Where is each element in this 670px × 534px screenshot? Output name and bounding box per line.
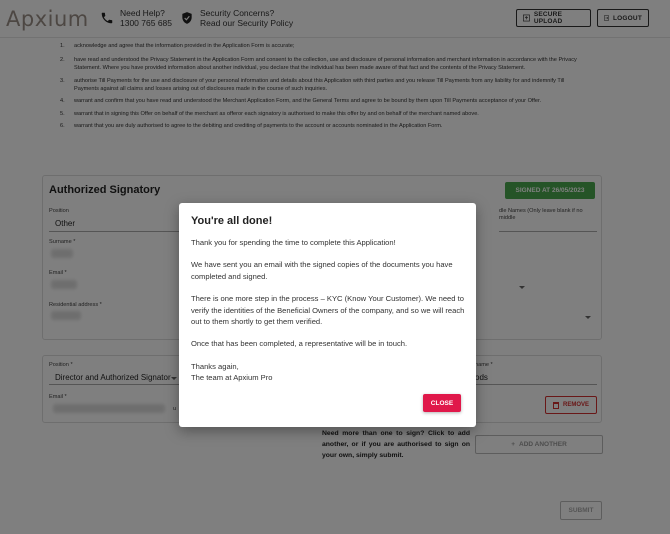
dialog-paragraph: We have sent you an email with the signe… — [191, 260, 453, 281]
dialog-paragraph: Once that has been completed, a represen… — [191, 339, 408, 349]
dialog-body: Thank you for spending the time to compl… — [191, 237, 466, 384]
dialog-signoff-line1: Thanks again, — [191, 361, 239, 371]
close-button[interactable]: CLOSE — [423, 394, 461, 412]
dialog-signoff-line2: The team at Apxium Pro — [191, 373, 273, 383]
dialog-paragraph: Thank you for spending the time to compl… — [191, 238, 396, 247]
dialog-paragraph: There is one more step in the process – … — [191, 294, 465, 327]
completion-dialog: You're all done! Thank you for spending … — [179, 203, 476, 427]
dialog-title: You're all done! — [191, 215, 273, 227]
